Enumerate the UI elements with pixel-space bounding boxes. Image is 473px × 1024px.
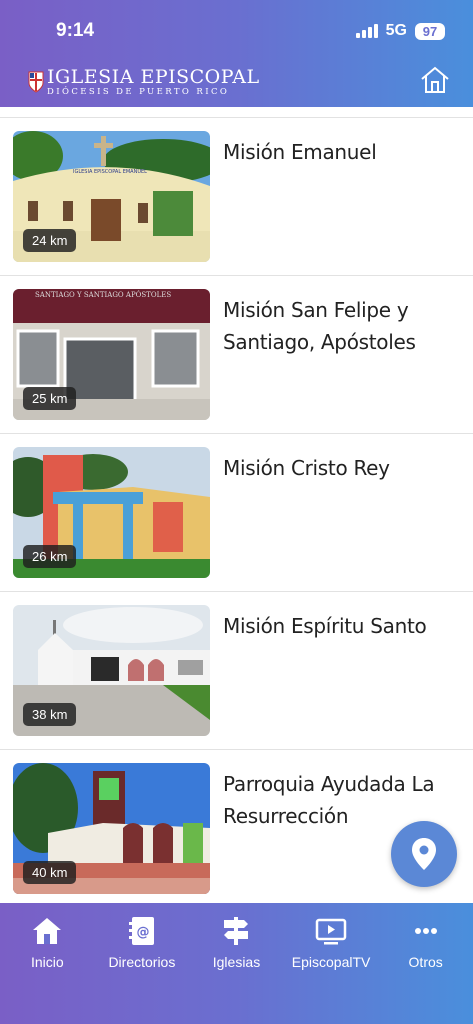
church-photo: 40 km [13,763,210,894]
church-item[interactable]: IGLESIA EPISCOPAL EMANUEL 24 km Misión E… [0,117,473,275]
tab-label: Directorios [108,954,176,970]
tab-inicio[interactable]: Inicio [0,903,95,1024]
location-pin-icon [412,838,436,870]
church-photo: 38 km [13,605,210,736]
status-indicators: 5G 97 [355,22,445,40]
app-header: 9:14 5G 97 IGLESIA EPISCOPAL DIÓCESIS DE… [0,0,473,107]
network-type: 5G [385,22,407,39]
tab-bar: Inicio @ Directorios Iglesias EpiscopalT… [0,903,473,1024]
church-list: IGLESIA EPISCOPAL EMANUEL 24 km Misión E… [0,117,473,907]
church-name: Misión Emanuel [223,140,377,164]
signal-icon [355,24,378,38]
church-photo: IGLESIA EPISCOPAL EMANUEL 24 km [13,131,210,262]
church-photo: 26 km [13,447,210,578]
tab-label: Otros [408,954,443,970]
church-name: Misión Espíritu Santo [223,614,427,638]
location-button[interactable] [391,821,457,887]
church-item[interactable]: SANTIAGO Y SANTIAGO APÓSTOLES 25 km Misi… [0,275,473,433]
home-icon[interactable] [419,64,451,96]
shield-icon [28,71,44,93]
tab-directorios[interactable]: @ Directorios [95,903,190,1024]
photo-sign: SANTIAGO Y SANTIAGO APÓSTOLES [35,290,171,299]
distance-badge: 24 km [23,229,77,252]
brand-logo: IGLESIA EPISCOPAL DIÓCESIS DE PUERTO RIC… [28,68,260,97]
more-dots-icon [414,928,437,934]
church-name: Misión Cristo Rey [223,456,390,480]
photo-sign: IGLESIA EPISCOPAL EMANUEL [73,169,147,175]
battery-icon: 97 [415,22,445,40]
status-time: 9:14 [56,20,95,41]
tab-label: EpiscopalTV [291,954,371,970]
signpost-icon [224,917,249,945]
distance-badge: 25 km [23,387,77,410]
address-book-icon: @ [128,917,154,945]
brand-title: IGLESIA EPISCOPAL [47,66,260,88]
church-name: Misión San Felipe y Santiago, Apóstoles [223,298,416,354]
tv-play-icon [315,918,347,945]
distance-badge: 40 km [23,861,77,884]
church-item[interactable]: 38 km Misión Espíritu Santo [0,591,473,749]
tab-episcopaltv[interactable]: EpiscopalTV [284,903,379,1024]
church-photo: SANTIAGO Y SANTIAGO APÓSTOLES 25 km [13,289,210,420]
distance-badge: 38 km [23,703,77,726]
svg-text:@: @ [136,925,149,940]
tab-iglesias[interactable]: Iglesias [189,903,284,1024]
distance-badge: 26 km [23,545,77,568]
brand-subtitle: DIÓCESIS DE PUERTO RICO [47,87,230,97]
tab-label: Iglesias [212,954,261,970]
church-item[interactable]: 26 km Misión Cristo Rey [0,433,473,591]
home-icon [33,918,62,944]
tab-otros[interactable]: Otros [378,903,473,1024]
tab-label: Inicio [30,954,64,970]
